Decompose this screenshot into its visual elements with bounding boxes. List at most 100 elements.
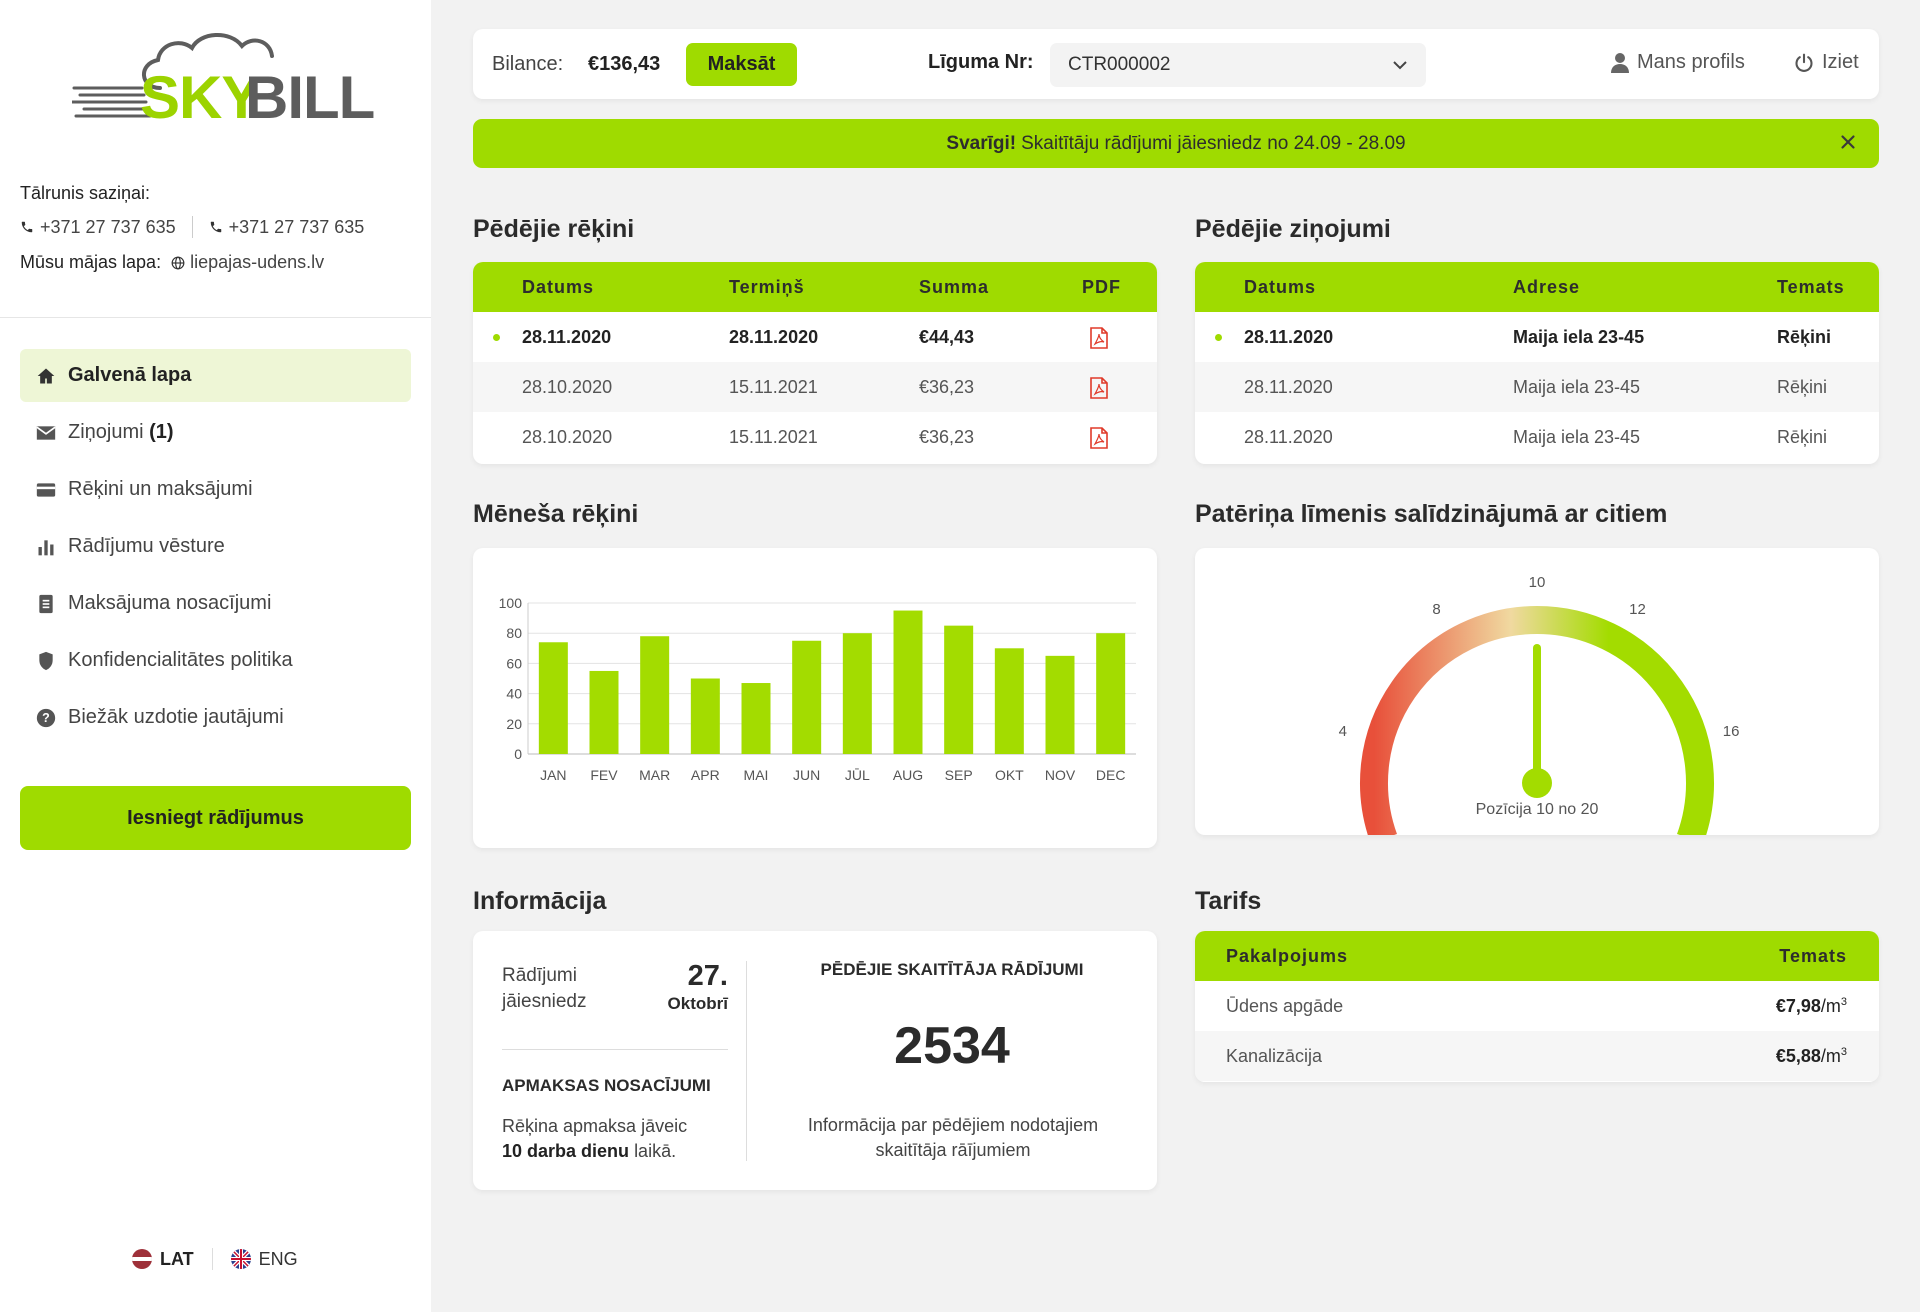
language-eng[interactable]: ENG: [230, 1249, 298, 1270]
last-reading-desc: Informācija par pēdējiem nodotajiem skai…: [807, 1115, 1099, 1160]
sidebar-item-faq[interactable]: ? Biežāk uzdotie jautājumi: [20, 691, 411, 744]
logout-link[interactable]: Iziet: [1794, 51, 1859, 74]
bar[interactable]: [944, 625, 974, 754]
invoices-title: Pēdējie rēķini: [473, 215, 635, 243]
profile-link[interactable]: Mans profils: [1611, 51, 1745, 74]
monthly-title: Mēneša rēķini: [473, 500, 639, 528]
tariff-unit: /m: [1820, 995, 1841, 1016]
x-tick-label: NOV: [1045, 767, 1076, 783]
tariff-unit: /m: [1820, 1045, 1841, 1066]
question-icon: ?: [36, 708, 56, 728]
submit-readings-button[interactable]: Iesniegt rādījumus: [20, 786, 411, 850]
skybill-logo[interactable]: SKY BILL: [72, 28, 375, 128]
tariff-price: €7,98/m3: [1776, 996, 1847, 1017]
contract-value: CTR000002: [1068, 54, 1171, 75]
document-icon: [36, 594, 56, 614]
sidebar-item-messages[interactable]: Ziņojumi (1): [20, 406, 411, 459]
svg-text:?: ?: [42, 711, 50, 725]
gauge-tick-label: 8: [1432, 601, 1440, 618]
table-row[interactable]: 28.11.2020 28.11.2020 €44,43: [473, 312, 1157, 362]
sidebar-item-privacy[interactable]: Konfidencialitātes politika: [20, 634, 411, 687]
messages-title: Pēdējie ziņojumi: [1195, 215, 1391, 243]
col-sum: Summa: [919, 276, 990, 297]
bar[interactable]: [842, 633, 872, 754]
col-pdf: PDF: [1082, 276, 1121, 297]
x-tick-label: JŪL: [845, 767, 870, 783]
bar[interactable]: [1045, 655, 1075, 754]
y-tick-label: 40: [506, 686, 522, 702]
invoice-sum: €44,43: [919, 326, 975, 347]
important-alert: Svarīgi! Skaitītāju rādījumi jāiesniedz …: [473, 119, 1879, 168]
pdf-icon[interactable]: [1090, 427, 1108, 449]
phone-link-2[interactable]: +371 27 737 635: [209, 217, 364, 238]
bar[interactable]: [994, 648, 1024, 754]
table-row[interactable]: 28.11.2020 Maija iela 23-45 Rēķini: [1195, 412, 1879, 462]
gauge-tick-label: 4: [1339, 723, 1347, 740]
sidebar-item-history[interactable]: Rādījumu vēsture: [20, 520, 411, 573]
invoices-header: Datums Termiņš Summa PDF: [473, 262, 1157, 312]
contract-select[interactable]: CTR000002: [1050, 43, 1426, 87]
table-row[interactable]: 28.11.2020 Maija iela 23-45 Rēķini: [1195, 312, 1879, 362]
bar[interactable]: [538, 642, 568, 754]
sidebar-item-home[interactable]: Galvenā lapa: [20, 349, 411, 402]
table-row[interactable]: 28.11.2020 Maija iela 23-45 Rēķini: [1195, 362, 1879, 412]
last-reading-value: 2534: [894, 1017, 1010, 1075]
table-row[interactable]: 28.10.2020 15.11.2021 €36,23: [473, 412, 1157, 462]
col-service: Pakalpojums: [1226, 945, 1349, 966]
col-topic: Temats: [1777, 276, 1845, 297]
unread-dot: [1215, 334, 1222, 341]
gauge-card: 14810121620 Pozīcija 10 no 20: [1195, 548, 1879, 835]
sidebar-item-payment-terms[interactable]: Maksājuma nosacījumi: [20, 577, 411, 630]
invoices-table: Datums Termiņš Summa PDF 28.11.2020 28.1…: [473, 262, 1157, 464]
tariff-price-value: €5,88: [1775, 1045, 1821, 1066]
tariff-service: Ūdens apgāde: [1226, 995, 1344, 1016]
invoice-due: 15.11.2021: [729, 426, 818, 447]
language-lat[interactable]: LAT: [132, 1249, 194, 1270]
pay-button[interactable]: Maksāt: [686, 43, 797, 86]
pdf-icon[interactable]: [1090, 327, 1108, 349]
bar[interactable]: [741, 683, 771, 754]
sidebar-item-invoices[interactable]: Rēķini un maksājumi: [20, 463, 411, 516]
message-address: Maija iela 23-45: [1513, 426, 1641, 447]
bar-chart-icon: [36, 537, 56, 557]
phone-icon: [210, 221, 221, 233]
sidebar-item-label: Rādījumu vēsture: [68, 535, 225, 557]
logout-label: Iziet: [1822, 51, 1859, 73]
sidebar-nav: Galvenā lapa Ziņojumi (1) Rēķini un maks…: [20, 349, 411, 748]
user-icon: [1611, 52, 1629, 73]
gauge-needle-hub: [1522, 768, 1552, 798]
message-topic: Rēķini: [1777, 376, 1828, 397]
readings-due-month: Oktobrī: [667, 994, 728, 1013]
payment-days: 10 darba dienu: [502, 1141, 630, 1161]
tariff-unit-exp: 3: [1840, 1045, 1847, 1058]
bar[interactable]: [589, 670, 619, 754]
x-tick-label: MAR: [639, 767, 670, 783]
sidebar: SKY BILL Tālrunis saziņai: +371 27 737 6…: [0, 0, 431, 1312]
sidebar-item-label: Maksājuma nosacījumi: [68, 592, 272, 614]
latvia-flag-icon: [132, 1249, 152, 1269]
bar[interactable]: [893, 610, 923, 754]
sidebar-divider: [0, 317, 431, 318]
table-row[interactable]: 28.10.2020 15.11.2021 €36,23: [473, 362, 1157, 412]
message-topic: Rēķini: [1777, 326, 1832, 347]
close-icon[interactable]: [1837, 131, 1859, 153]
invoice-due: 15.11.2021: [729, 376, 818, 397]
bar[interactable]: [1096, 633, 1126, 754]
bar[interactable]: [690, 678, 720, 755]
uk-flag-icon: [230, 1249, 251, 1269]
monthly-chart-card: 0 20 40 60 80 100 JAN FEV MAR APR MAI JUN JŪL AUG SEP O…: [473, 548, 1157, 848]
envelope-icon: [36, 423, 56, 443]
message-date: 28.11.2020: [1244, 376, 1333, 397]
payment-text-main: Rēķina apmaksa jāveic: [502, 1116, 688, 1136]
payment-text: Rēķina apmaksa jāveic 10 darba dienu lai…: [502, 1114, 732, 1164]
website-link[interactable]: liepajas-udens.lv: [171, 252, 324, 273]
payment-title: APMAKSAS NOSACĪJUMI: [502, 1076, 711, 1095]
bar[interactable]: [640, 636, 670, 754]
x-tick-label: MAI: [744, 767, 769, 783]
info-card: Rādījumi jāiesniedz 27. Oktobrī APMAKSAS…: [473, 931, 1157, 1190]
pdf-icon[interactable]: [1090, 377, 1108, 399]
y-tick-label: 60: [506, 655, 522, 671]
bar[interactable]: [792, 640, 822, 754]
phone-link-1[interactable]: +371 27 737 635: [20, 217, 176, 238]
y-tick-label: 20: [506, 716, 522, 732]
